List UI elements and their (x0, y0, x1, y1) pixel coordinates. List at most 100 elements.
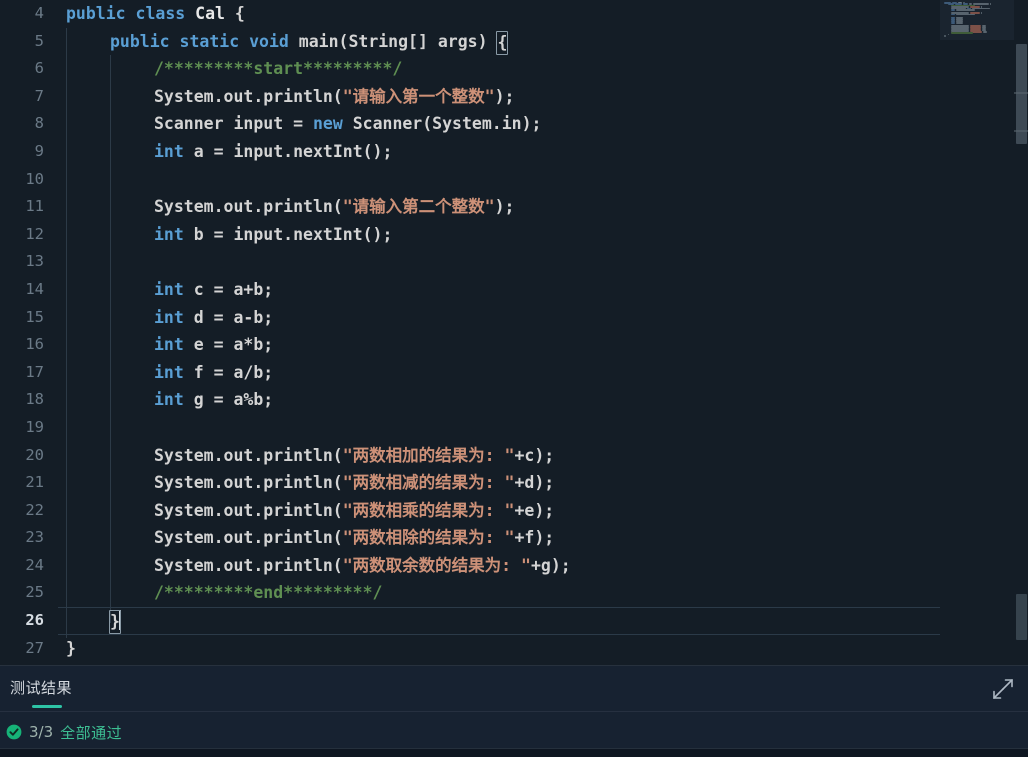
code-line[interactable]: 20 System.out.println("两数相加的结果为: "+c); (0, 442, 1028, 470)
test-status-label: 全部通过 (60, 723, 123, 742)
code-line[interactable]: 27} (0, 635, 1028, 663)
minimap-line (973, 3, 989, 6)
code-token: new (312, 114, 353, 134)
test-pass-count: 3/3 (29, 723, 54, 741)
code-token: a = input.nextInt(); (193, 141, 393, 161)
vscode-window: 4 public class Cal {5 public static void m… (0, 0, 1028, 757)
code-token: System.out.println( (154, 555, 343, 575)
line-content: System.out.println("请输入第一个整数"); (66, 83, 515, 111)
line-number: 24 (25, 555, 44, 574)
code-token: /*********start*********/ (154, 59, 403, 79)
scrollbar-thumb-lower[interactable] (1016, 594, 1027, 640)
code-line[interactable]: 25 /*********end*********/ (0, 579, 1028, 607)
line-content: int c = a+b; (66, 276, 273, 304)
code-token: f = a/b; (193, 362, 274, 382)
code-line[interactable]: 15 int d = a-b; (0, 304, 1028, 332)
code-line[interactable]: 4 public class Cal { (0, 0, 1028, 28)
code-token: int (154, 390, 194, 410)
code-token: +e); (514, 500, 555, 520)
minimap-line (955, 13, 975, 16)
code-token: public (66, 4, 136, 23)
code-line[interactable]: 23 System.out.println("两数相除的结果为: "+f); (0, 524, 1028, 552)
minimap-line (955, 9, 975, 11)
line-number: 8 (34, 114, 44, 133)
code-token: System.out.println( (154, 500, 343, 520)
line-content: System.out.println("两数相除的结果为: "+f); (66, 524, 554, 552)
code-line[interactable]: 11 System.out.println("请输入第二个整数"); (0, 193, 1028, 221)
expand-diagonal-icon[interactable] (990, 676, 1016, 702)
code-line[interactable]: 6 /*********start*********/ (0, 55, 1028, 83)
code-token: } (66, 638, 76, 658)
minimap[interactable] (940, 0, 1014, 40)
test-result-row: 3/3 全部通过 (6, 720, 122, 744)
code-token: System.out.println( (154, 445, 343, 465)
code-token: "两数相减的结果为: " (342, 473, 515, 493)
active-line-highlight (58, 607, 940, 635)
code-token: d = a-b; (193, 307, 274, 327)
code-token: int (154, 279, 194, 299)
code-token: "两数相除的结果为: " (342, 528, 515, 548)
code-token: public (110, 31, 180, 51)
code-token: e = a*b; (193, 335, 274, 355)
tab-active-indicator (32, 705, 62, 708)
code-token: /*********end*********/ (154, 583, 383, 603)
line-number: 7 (34, 86, 44, 105)
minimap-line (983, 31, 988, 33)
line-content: int d = a-b; (66, 304, 273, 332)
line-number: 6 (34, 59, 44, 78)
line-number: 4 (34, 4, 44, 22)
minimap-line (951, 32, 973, 35)
code-token: "两数相加的结果为: " (342, 445, 515, 465)
code-line[interactable]: 19 (0, 414, 1028, 442)
code-line[interactable]: 7 System.out.println("请输入第一个整数"); (0, 83, 1028, 111)
code-token: c = a+b; (193, 279, 274, 299)
code-line[interactable]: 16 int e = a*b; (0, 331, 1028, 359)
line-number: 10 (25, 169, 44, 188)
code-token: +d); (514, 473, 555, 493)
vertical-scrollbar[interactable] (1014, 0, 1028, 665)
minimap-line (951, 13, 955, 16)
code-line[interactable]: 21 System.out.println("两数相减的结果为: "+d); (0, 469, 1028, 497)
line-content: System.out.println("两数取余数的结果为: "+g); (66, 552, 571, 580)
code-token: (String[] args) (338, 31, 498, 51)
code-token: "两数相乘的结果为: " (342, 500, 515, 520)
line-content: int a = input.nextInt(); (66, 138, 392, 166)
code-token: int (154, 141, 194, 161)
code-editor[interactable]: 4 public class Cal {5 public static void m… (0, 0, 1028, 665)
code-line[interactable]: 14 int c = a+b; (0, 276, 1028, 304)
code-token: int (154, 362, 194, 382)
code-line[interactable]: 18 int g = a%b; (0, 386, 1028, 414)
line-content: } (66, 635, 76, 663)
line-number: 12 (25, 224, 44, 243)
minimap-line (947, 33, 949, 36)
code-line[interactable]: 12 int b = input.nextInt(); (0, 221, 1028, 249)
line-content: int g = a%b; (66, 386, 273, 414)
code-line[interactable]: 5 public static void main(String[] args) … (0, 28, 1028, 56)
line-number: 22 (25, 500, 44, 519)
tab-test-results-label: 测试结果 (10, 679, 73, 697)
code-token: System.out.println( (154, 197, 343, 217)
code-line[interactable]: 13 (0, 248, 1028, 276)
code-line[interactable]: 17 int f = a/b; (0, 359, 1028, 387)
code-token: ); (494, 197, 515, 217)
line-number: 21 (25, 473, 44, 492)
line-number: 11 (25, 197, 44, 216)
line-number: 19 (25, 417, 44, 436)
scrollbar-thumb[interactable] (1016, 44, 1027, 144)
line-number: 27 (25, 638, 44, 657)
line-number: 13 (25, 252, 44, 271)
code-token: System.out.println( (154, 86, 343, 106)
code-line[interactable]: 8 Scanner input = new Scanner(System.in); (0, 110, 1028, 138)
code-line[interactable]: 9 int a = input.nextInt(); (0, 138, 1028, 166)
code-line[interactable]: 22 System.out.println("两数相乘的结果为: "+e); (0, 497, 1028, 525)
code-token: "请输入第一个整数" (342, 86, 495, 106)
code-token: class (135, 4, 196, 23)
minimap-line (951, 9, 955, 11)
line-number: 15 (25, 307, 44, 326)
code-line[interactable]: 10 (0, 166, 1028, 194)
code-token: ); (494, 86, 515, 106)
code-line[interactable]: 24 System.out.println("两数取余数的结果为: "+g); (0, 552, 1028, 580)
code-line[interactable]: 26} (0, 607, 1028, 635)
code-token: main (298, 31, 339, 51)
code-lines[interactable]: 4 public class Cal {5 public static void m… (0, 0, 1028, 662)
